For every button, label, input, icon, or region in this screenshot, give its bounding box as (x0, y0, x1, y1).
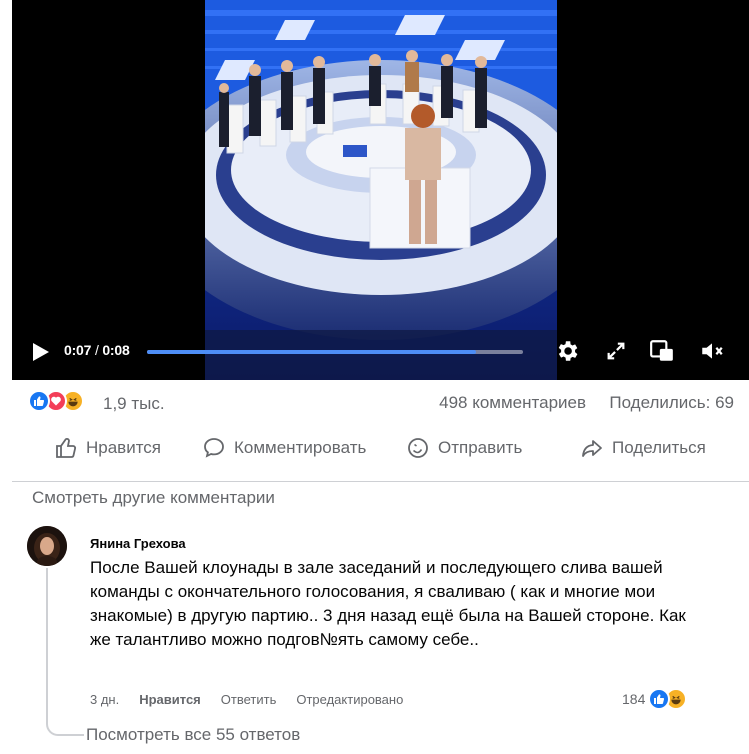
comment-like-button[interactable]: Нравится (139, 692, 201, 707)
comment-reaction-count: 184 (622, 691, 646, 707)
comment-meta: 3 дн. Нравится Ответить Отредактировано (90, 692, 423, 707)
share-label: Поделиться (612, 438, 706, 457)
comment-time[interactable]: 3 дн. (90, 692, 119, 707)
duration: 0:08 (102, 342, 130, 358)
like-icon (56, 438, 77, 458)
share-icon (582, 440, 602, 457)
comment-edited-label[interactable]: Отредактировано (296, 692, 403, 707)
muted-speaker-icon (702, 343, 723, 359)
post-actions: Нравится Комментировать Отправить Подели… (26, 424, 738, 472)
progress-bar[interactable] (147, 350, 523, 354)
comment-reactions[interactable]: 184 (622, 688, 688, 710)
time-separator: / (94, 342, 99, 358)
comments-count[interactable]: 498 комментариев (439, 393, 586, 413)
pip-button[interactable] (647, 336, 677, 366)
comment-icon (204, 438, 224, 458)
progress-fill (147, 350, 476, 354)
comment-author[interactable]: Янина Грехова (90, 536, 186, 551)
reply-thread-line (46, 568, 84, 736)
comment-button[interactable]: Комментировать (192, 426, 376, 470)
messenger-icon (408, 438, 428, 458)
comment-text: После Вашей клоунады в зале заседаний и … (90, 558, 686, 649)
avatar-image (27, 526, 67, 566)
picture-in-picture-icon (650, 340, 673, 361)
share-button[interactable]: Поделиться (570, 426, 716, 470)
shares-count[interactable]: Поделились: 69 (609, 393, 734, 413)
video-frame (205, 0, 557, 380)
settings-button[interactable] (552, 336, 582, 366)
video-still (205, 0, 557, 380)
play-button[interactable] (28, 340, 52, 364)
mute-button[interactable] (697, 336, 727, 366)
like-button[interactable]: Нравится (44, 426, 171, 470)
video-time: 0:07 / 0:08 (64, 342, 130, 358)
fullscreen-button[interactable] (601, 336, 631, 366)
comment-reply-button[interactable]: Ответить (221, 692, 277, 707)
view-replies-link[interactable]: Посмотреть все 55 ответов (86, 725, 300, 745)
gear-icon (558, 341, 578, 361)
avatar[interactable] (27, 526, 67, 566)
send-button[interactable]: Отправить (396, 426, 532, 470)
video-player[interactable]: 0:07 / 0:08 (12, 0, 749, 380)
post-stats: 1,9 тыс. 498 комментариев Поделились: 69 (28, 388, 738, 418)
like-reaction-icon (648, 688, 671, 710)
like-label: Нравится (86, 438, 162, 457)
reaction-count[interactable]: 1,9 тыс. (103, 394, 165, 414)
reactions-summary[interactable] (28, 390, 84, 412)
play-icon (33, 343, 49, 361)
current-time: 0:07 (64, 342, 92, 358)
divider (12, 481, 749, 482)
fullscreen-icon (607, 342, 625, 360)
like-reaction-icon (28, 390, 50, 412)
send-label: Отправить (438, 438, 523, 457)
view-more-comments[interactable]: Смотреть другие комментарии (32, 488, 275, 508)
comment-label: Комментировать (234, 438, 367, 457)
video-controls: 0:07 / 0:08 (12, 324, 749, 380)
